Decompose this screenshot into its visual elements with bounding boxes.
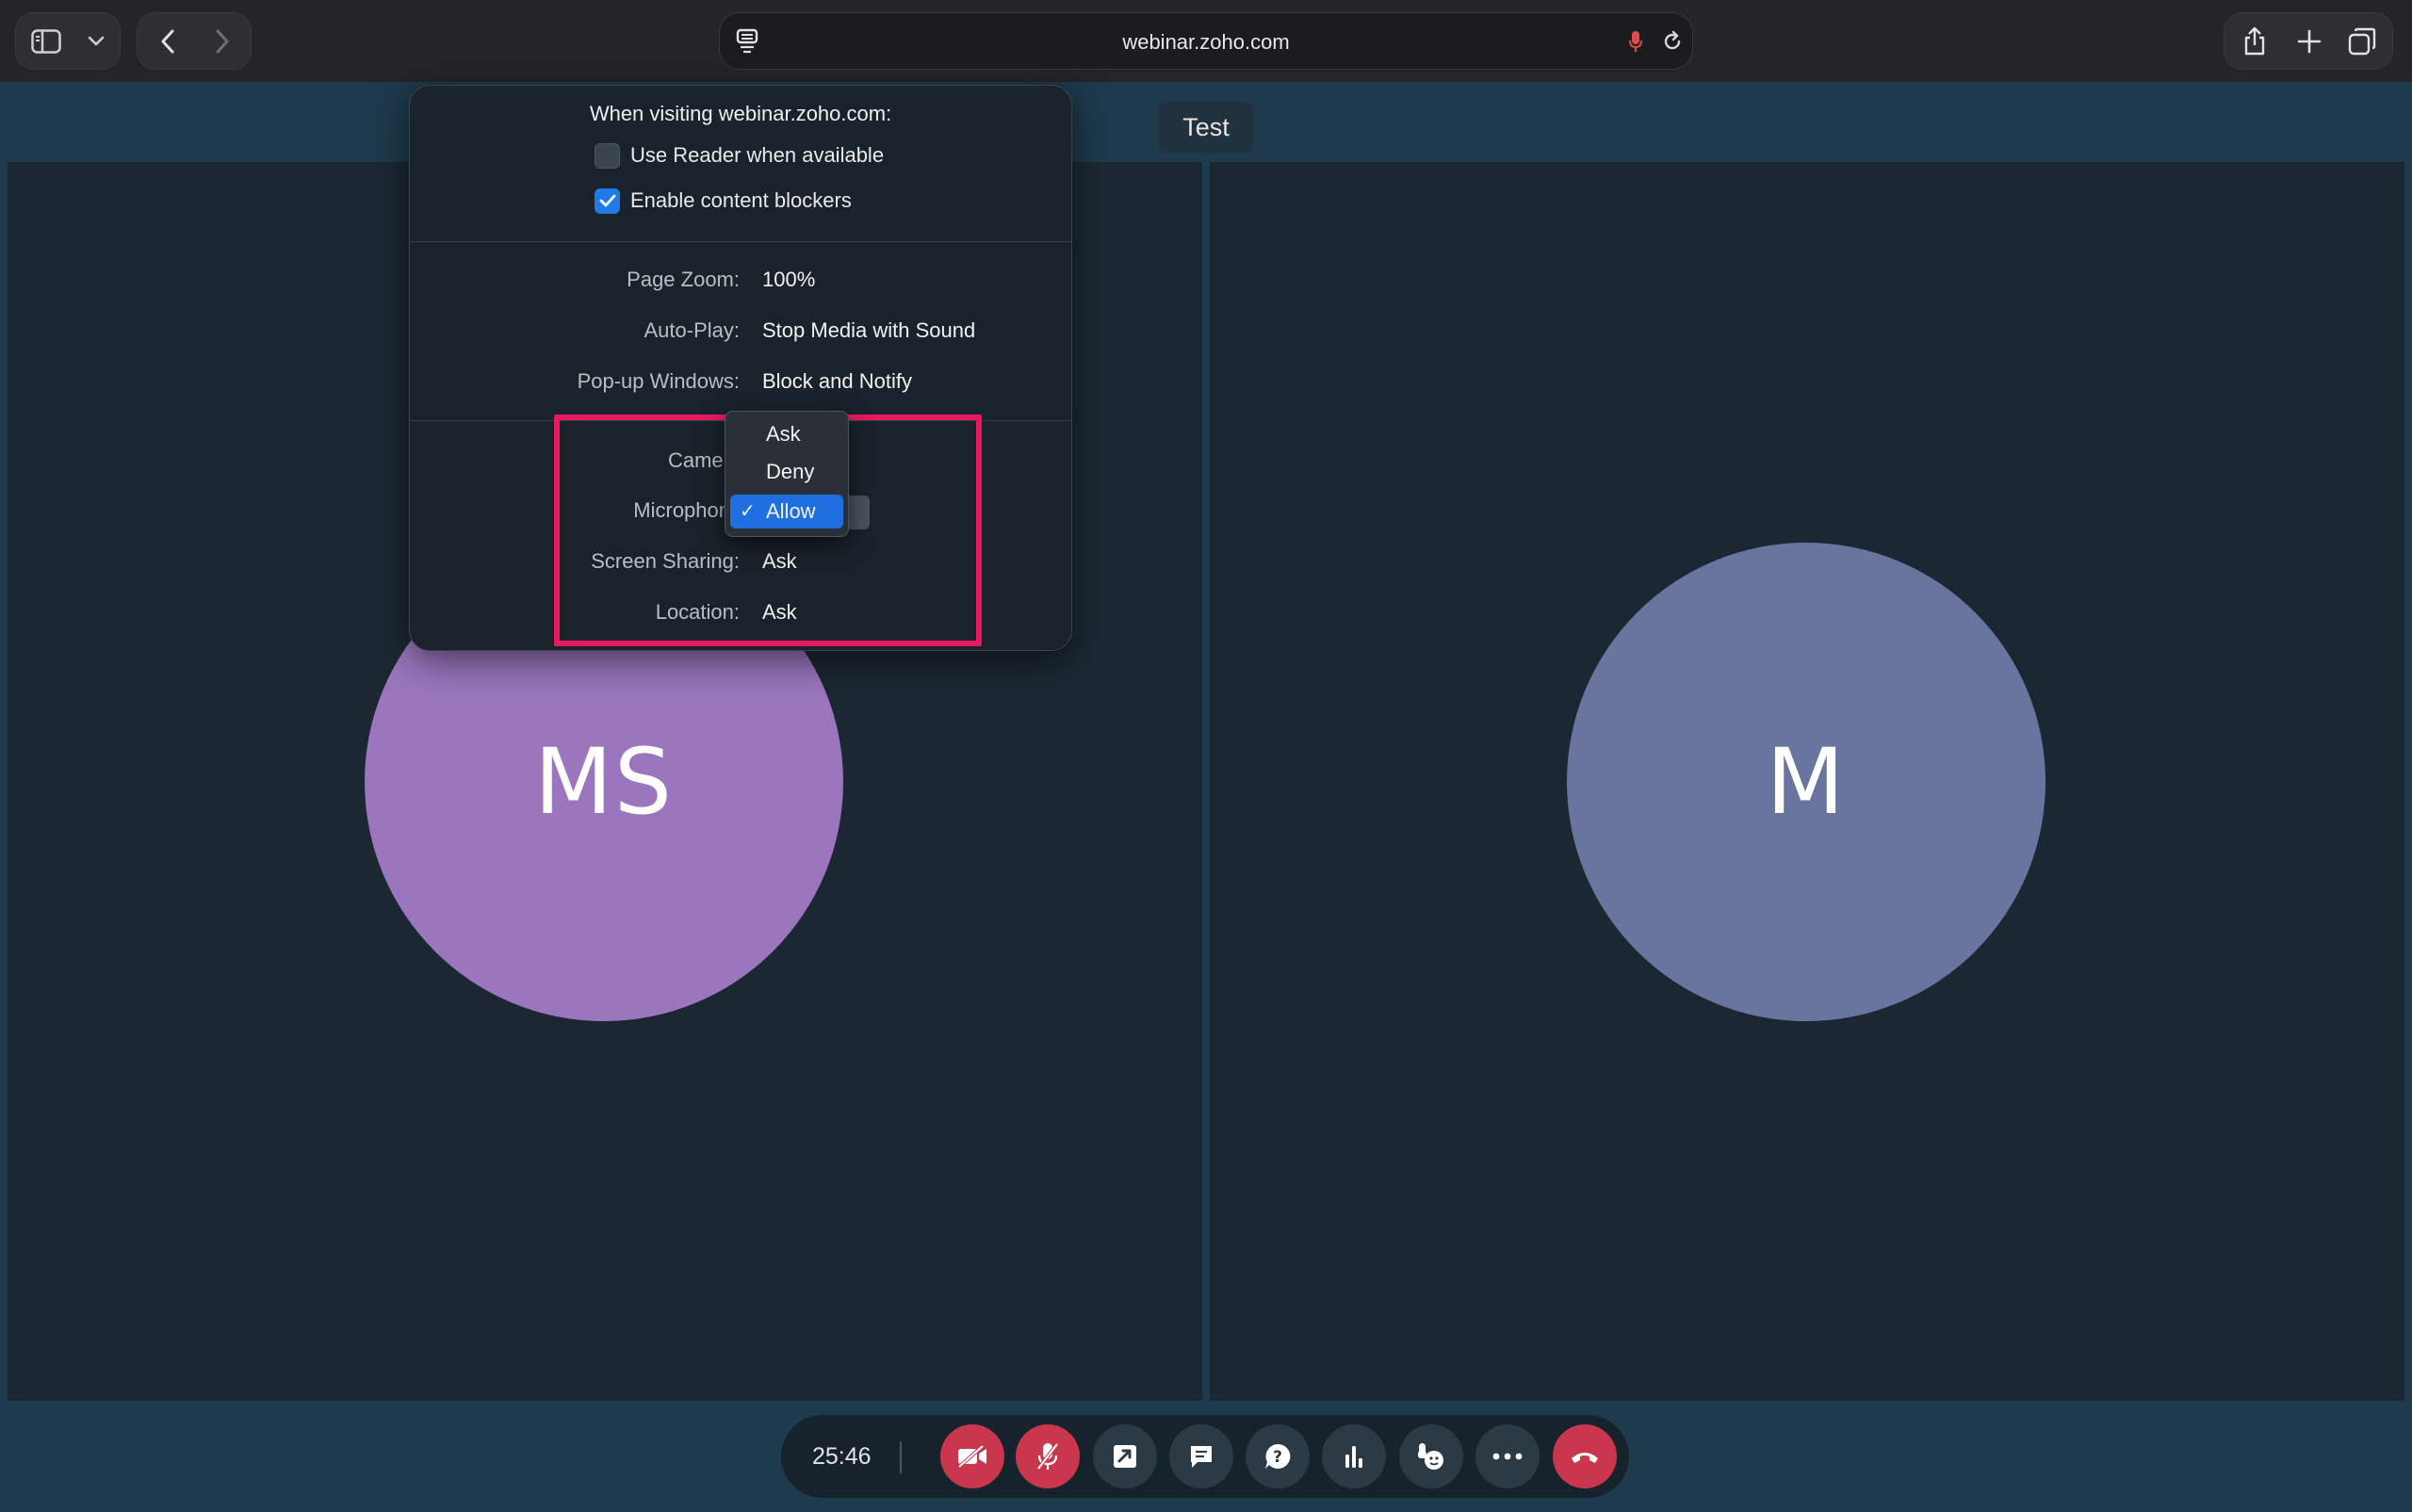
meeting-title: Test <box>1159 102 1253 153</box>
reader-option-label: Use Reader when available <box>630 143 885 167</box>
window-actions-group <box>2224 12 2393 70</box>
svg-text:?: ? <box>1273 1448 1282 1467</box>
browser-toolbar: webinar.zoho.com <box>0 0 2412 82</box>
url-text[interactable]: webinar.zoho.com <box>720 13 1692 71</box>
microphone-in-use-icon[interactable] <box>1624 26 1647 57</box>
share-screen-icon <box>1114 1445 1136 1468</box>
share-screen-button[interactable] <box>1093 1424 1157 1488</box>
avatar-m: M <box>1567 543 2045 1021</box>
more-options-button[interactable] <box>1475 1424 1540 1488</box>
end-call-button[interactable] <box>1553 1424 1617 1488</box>
more-icon <box>1492 1453 1523 1460</box>
microphone-muted-button[interactable] <box>1016 1424 1080 1488</box>
forward-icon[interactable] <box>205 24 239 58</box>
poll-button[interactable] <box>1322 1424 1386 1488</box>
dropdown-button-edge[interactable] <box>849 496 870 529</box>
popover-heading: When visiting webinar.zoho.com: <box>589 102 892 125</box>
back-icon[interactable] <box>151 24 185 58</box>
reader-checkbox[interactable] <box>595 142 620 169</box>
popover-divider <box>410 241 1071 242</box>
checkmark-icon <box>599 194 615 207</box>
control-bar-divider <box>900 1441 902 1473</box>
content-blockers-checkbox[interactable] <box>595 187 620 214</box>
menu-option-deny-label: Deny <box>766 460 815 483</box>
page-zoom-row[interactable]: Page Zoom: 100% <box>410 268 1071 296</box>
page-zoom-value[interactable]: 100% <box>762 268 815 292</box>
address-bar[interactable]: webinar.zoho.com <box>719 12 1693 70</box>
menu-option-allow-label: Allow <box>766 499 816 523</box>
share-icon[interactable] <box>2238 24 2272 58</box>
page-zoom-label: Page Zoom: <box>627 268 740 291</box>
end-call-icon <box>1572 1453 1598 1463</box>
reload-icon[interactable] <box>1658 26 1687 57</box>
menu-option-ask[interactable]: Ask <box>730 417 843 451</box>
content-blockers-option[interactable]: Enable content blockers <box>595 187 852 215</box>
chat-button[interactable] <box>1169 1424 1233 1488</box>
popup-windows-value[interactable]: Block and Notify <box>762 369 912 394</box>
history-button-group <box>137 12 252 70</box>
auto-play-label: Auto-Play: <box>644 318 741 342</box>
auto-play-value[interactable]: Stop Media with Sound <box>762 318 975 343</box>
microphone-permission-menu: Ask Deny ✓ Allow <box>725 411 849 537</box>
sidebar-button-group <box>15 12 121 70</box>
qa-button[interactable]: ? <box>1246 1424 1310 1488</box>
popup-windows-row[interactable]: Pop-up Windows: Block and Notify <box>410 369 1071 398</box>
selected-checkmark-icon: ✓ <box>740 501 756 522</box>
raise-hand-icon <box>1418 1443 1443 1470</box>
sidebar-toggle-icon[interactable] <box>29 26 63 57</box>
new-tab-icon[interactable] <box>2292 24 2326 58</box>
meeting-timer: 25:46 <box>812 1443 872 1470</box>
raise-hand-button[interactable] <box>1399 1424 1463 1488</box>
poll-icon <box>1345 1446 1362 1468</box>
camera-off-button[interactable] <box>940 1424 1004 1488</box>
question-icon: ? <box>1265 1443 1291 1469</box>
auto-play-row[interactable]: Auto-Play: Stop Media with Sound <box>410 318 1071 347</box>
menu-option-deny[interactable]: Deny <box>730 455 843 489</box>
microphone-muted-icon <box>1036 1442 1059 1471</box>
reader-option[interactable]: Use Reader when available <box>595 141 884 170</box>
tab-overview-icon[interactable] <box>2345 24 2379 58</box>
chat-icon <box>1191 1446 1212 1468</box>
content-blockers-label: Enable content blockers <box>630 188 852 212</box>
menu-option-allow[interactable]: ✓ Allow <box>730 495 843 528</box>
chevron-down-icon[interactable] <box>84 30 108 53</box>
popup-windows-label: Pop-up Windows: <box>577 369 740 393</box>
menu-option-ask-label: Ask <box>766 422 801 446</box>
camera-off-icon <box>957 1444 986 1469</box>
